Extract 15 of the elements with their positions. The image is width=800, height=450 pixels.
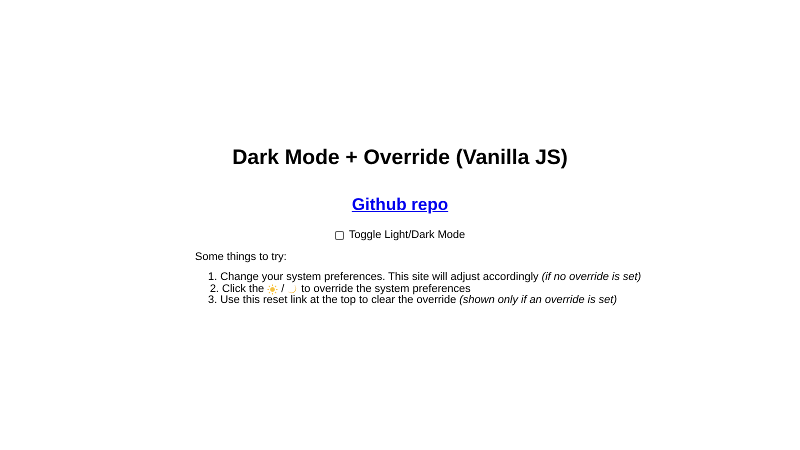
list-number: 2. <box>208 284 219 295</box>
step-text: Change your system preferences. This site will adjust accordingly (if no override is set) <box>220 272 642 284</box>
list-number: 1. <box>208 272 218 284</box>
toggle-label[interactable]: Toggle Light/Dark Mode <box>348 229 466 241</box>
page-title: Dark Mode + Override (Vanilla JS) <box>232 146 568 170</box>
toggle-checkbox[interactable] <box>334 230 344 240</box>
intro-text: Some things to try: <box>195 251 288 263</box>
repo-link[interactable]: Github repo <box>352 195 448 215</box>
moon-icon <box>287 284 298 294</box>
sun-icon <box>267 284 278 294</box>
list-number: 3. <box>208 295 218 306</box>
step-text: Use this reset link at the top to clear the override (shown only if an override is set) <box>220 295 617 306</box>
slash-text: / <box>281 284 284 295</box>
step-text: Click the <box>222 284 264 295</box>
step-text: to override the system preferences <box>301 284 471 295</box>
